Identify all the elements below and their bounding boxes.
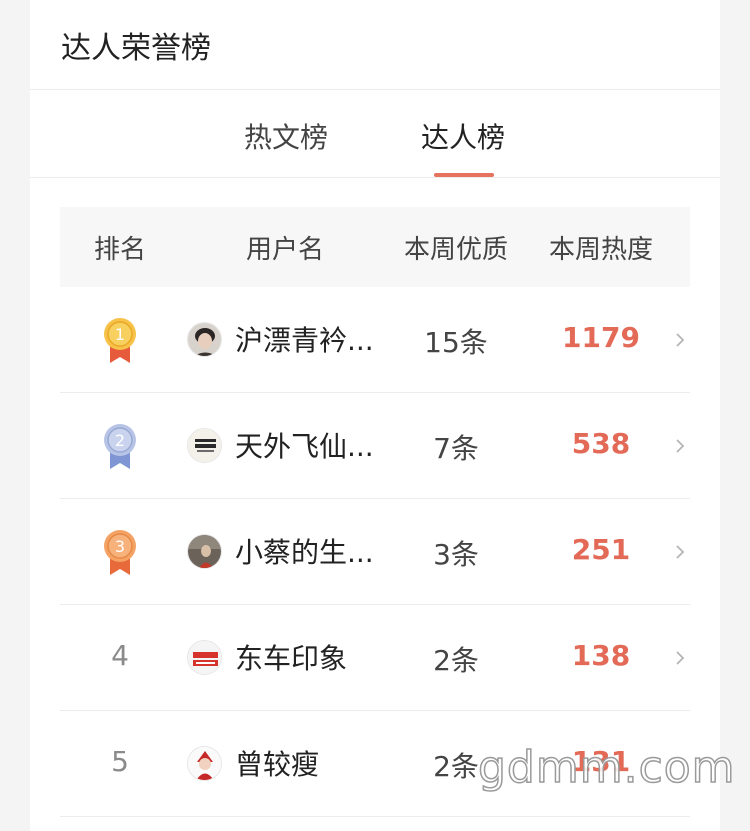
table-row[interactable]: 4 东车印象 2条 138 (60, 605, 690, 711)
weekly-quality-count: 7条 (433, 432, 479, 465)
username[interactable]: 东车印象 (235, 637, 385, 677)
username[interactable]: 天外飞仙... (235, 425, 385, 465)
medal-number: 3 (115, 537, 125, 556)
bronze-medal-icon: 3 (104, 530, 136, 575)
column-header-weekly-heat: 本周热度 (548, 235, 653, 265)
avatar[interactable] (187, 534, 222, 569)
medal-number: 1 (115, 325, 125, 344)
chevron-right-icon[interactable] (673, 649, 687, 667)
avatar[interactable] (187, 428, 222, 463)
tab-experts[interactable]: 达人榜 (393, 116, 533, 156)
rank-number: 5 (111, 745, 129, 778)
page-title-text: 达人荣誉榜 (61, 30, 211, 66)
table-row[interactable]: 3 小蔡的生... 3条 251 (60, 499, 690, 605)
rank-number: 4 (111, 639, 129, 672)
weekly-heat-value: 538 (571, 427, 631, 460)
weekly-heat-value: 1179 (562, 321, 640, 354)
avatar[interactable] (187, 322, 222, 357)
weekly-quality-count: 2条 (433, 644, 479, 677)
table-row[interactable]: 2 天外飞仙... 7条 538 (60, 393, 690, 499)
avatar[interactable] (187, 746, 222, 781)
silver-medal-icon: 2 (104, 424, 136, 469)
column-header-weekly-quality: 本周优质 (403, 235, 508, 265)
gold-medal-icon: 1 (104, 318, 136, 363)
ranking-list: 1 沪漂青衿... 15条 1179 2 天外飞仙... 7条 538 3 小蔡… (60, 287, 690, 817)
weekly-heat-value: 251 (571, 533, 631, 566)
username[interactable]: 沪漂青衿... (235, 319, 385, 359)
active-tab-indicator (434, 173, 494, 177)
avatar[interactable] (187, 640, 222, 675)
table-header: 排名 用户名 本周优质 本周热度 (60, 207, 690, 287)
chevron-right-icon[interactable] (673, 437, 687, 455)
page-title: 达人荣誉榜 (30, 0, 720, 90)
weekly-heat-value: 138 (571, 639, 631, 672)
medal-number: 2 (115, 431, 125, 450)
tab-bar: 热文榜 达人榜 (30, 90, 720, 178)
watermark: gdmm.com (477, 741, 736, 794)
column-header-rank: 排名 (93, 235, 146, 265)
honor-board-card: 达人荣誉榜 热文榜 达人榜 排名 用户名 本周优质 本周热度 1 沪漂青衿...… (30, 0, 720, 831)
weekly-quality-count: 3条 (433, 538, 479, 571)
username[interactable]: 小蔡的生... (235, 531, 385, 571)
username[interactable]: 曾较瘦 (235, 743, 385, 783)
column-header-username: 用户名 (245, 235, 324, 265)
chevron-right-icon[interactable] (673, 331, 687, 349)
weekly-quality-count: 15条 (424, 326, 488, 359)
tab-hot-articles[interactable]: 热文榜 (216, 116, 356, 156)
table-row[interactable]: 1 沪漂青衿... 15条 1179 (60, 287, 690, 393)
chevron-right-icon[interactable] (673, 543, 687, 561)
